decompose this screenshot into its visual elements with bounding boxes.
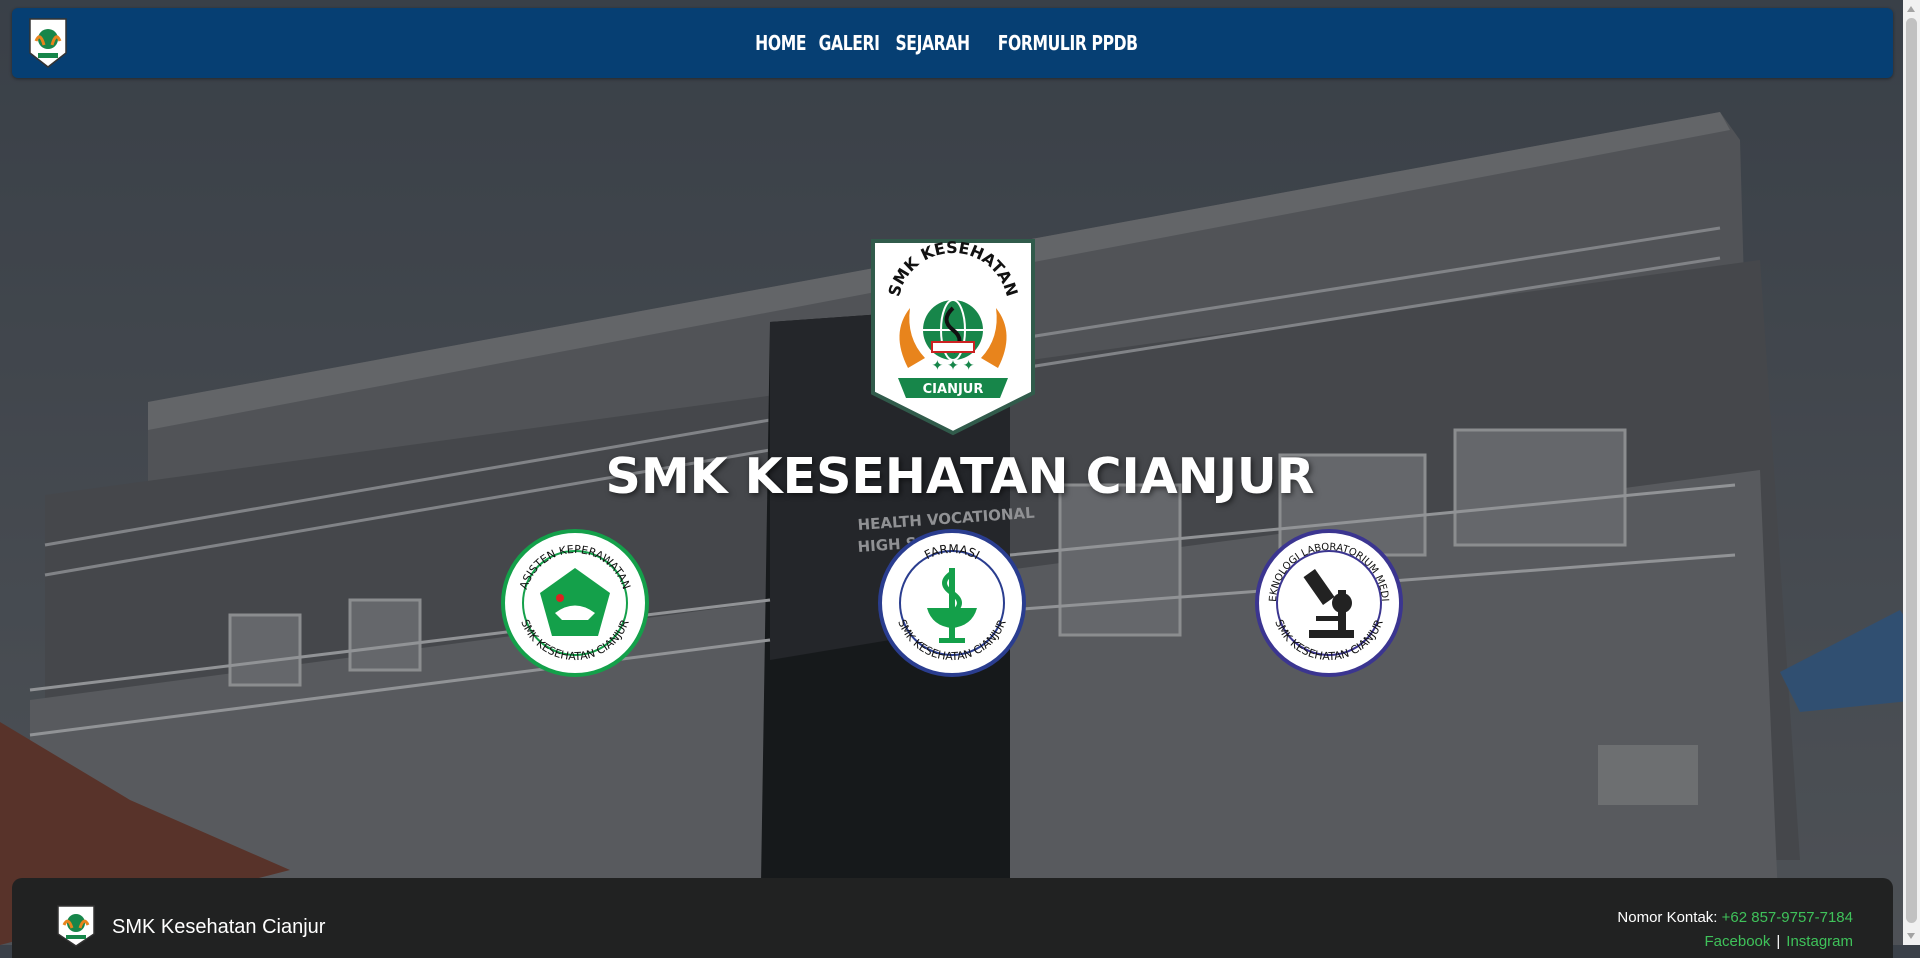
scrollbar-thumb[interactable] <box>1906 18 1917 923</box>
scroll-down-arrow-icon[interactable] <box>1907 933 1915 939</box>
footer-logo-icon <box>57 905 95 947</box>
footer-brand-name: SMK Kesehatan Cianjur <box>112 916 326 938</box>
contact-label: Nomor Kontak: <box>1617 909 1718 926</box>
instagram-link[interactable]: Instagram <box>1786 933 1853 950</box>
facebook-link[interactable]: Facebook <box>1705 933 1771 950</box>
page-title: SMK KESEHATAN CIANJUR <box>605 448 1315 505</box>
dept-badge-asisten-keperawatan: ASISTEN KEPERAWATAN SMK KESEHATAN CIANJU… <box>501 529 649 677</box>
crest-banner-text: CIANJUR <box>923 382 984 397</box>
dept-badge-teknologi-laboratorium-medik: TEKNOLOGI LABORATORIUM MEDIK SMK KESEHAT… <box>1254 528 1403 677</box>
footer-contact: Nomor Kontak: +62 857-9757-7184 Facebook… <box>1617 906 1853 954</box>
svg-text:✦ ✦ ✦: ✦ ✦ ✦ <box>932 357 975 373</box>
footer: SMK Kesehatan Cianjur Nomor Kontak: +62 … <box>12 878 1893 958</box>
nav-links: HOME GALERI SEJARAH FORMULIR PPDB <box>12 8 1893 78</box>
scroll-up-arrow-icon[interactable] <box>1907 6 1915 12</box>
school-crest-logo: SMK KESEHATAN ✦ ✦ ✦ CIANJUR <box>871 238 1035 436</box>
nav-link-formulir-ppdb[interactable]: FORMULIR PPDB <box>997 31 1137 55</box>
nav-link-galeri[interactable]: GALERI <box>819 31 880 55</box>
navbar: HOME GALERI SEJARAH FORMULIR PPDB <box>12 8 1893 78</box>
nav-link-sejarah[interactable]: SEJARAH <box>896 31 971 55</box>
page-scrollbar[interactable] <box>1903 0 1920 945</box>
social-separator: | <box>1776 933 1781 950</box>
dept-badge-farmasi: FARMASI SMK KESEHATAN CIANJUR <box>878 529 1026 677</box>
phone-link[interactable]: +62 857-9757-7184 <box>1722 909 1853 926</box>
nav-link-home[interactable]: HOME <box>755 31 806 55</box>
